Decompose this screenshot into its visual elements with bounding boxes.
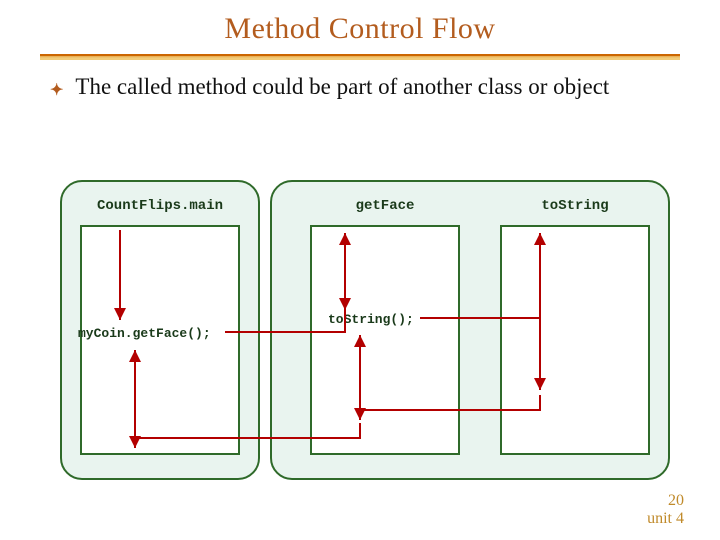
label-main: CountFlips.main xyxy=(80,198,240,214)
method-box-main xyxy=(80,225,240,455)
slide-title: Method Control Flow xyxy=(0,0,720,46)
body-text: ✦ The called method could be part of ano… xyxy=(0,60,720,100)
call-getface: myCoin.getFace(); xyxy=(78,326,211,341)
call-tostring: toString(); xyxy=(328,312,414,327)
page-number: 20 xyxy=(647,492,684,510)
bullet-item: ✦ The called method could be part of ano… xyxy=(50,74,670,100)
panel-left xyxy=(60,180,260,480)
label-tostring: toString xyxy=(500,198,650,214)
slide-footer: 20 unit 4 xyxy=(647,492,684,528)
bullet-text: The called method could be part of anoth… xyxy=(75,74,609,100)
panel-right xyxy=(270,180,670,480)
method-box-tostring xyxy=(500,225,650,455)
bullet-icon: ✦ xyxy=(50,80,63,100)
method-box-getface xyxy=(310,225,460,455)
unit-label: unit 4 xyxy=(647,510,684,528)
label-getface: getFace xyxy=(310,198,460,214)
